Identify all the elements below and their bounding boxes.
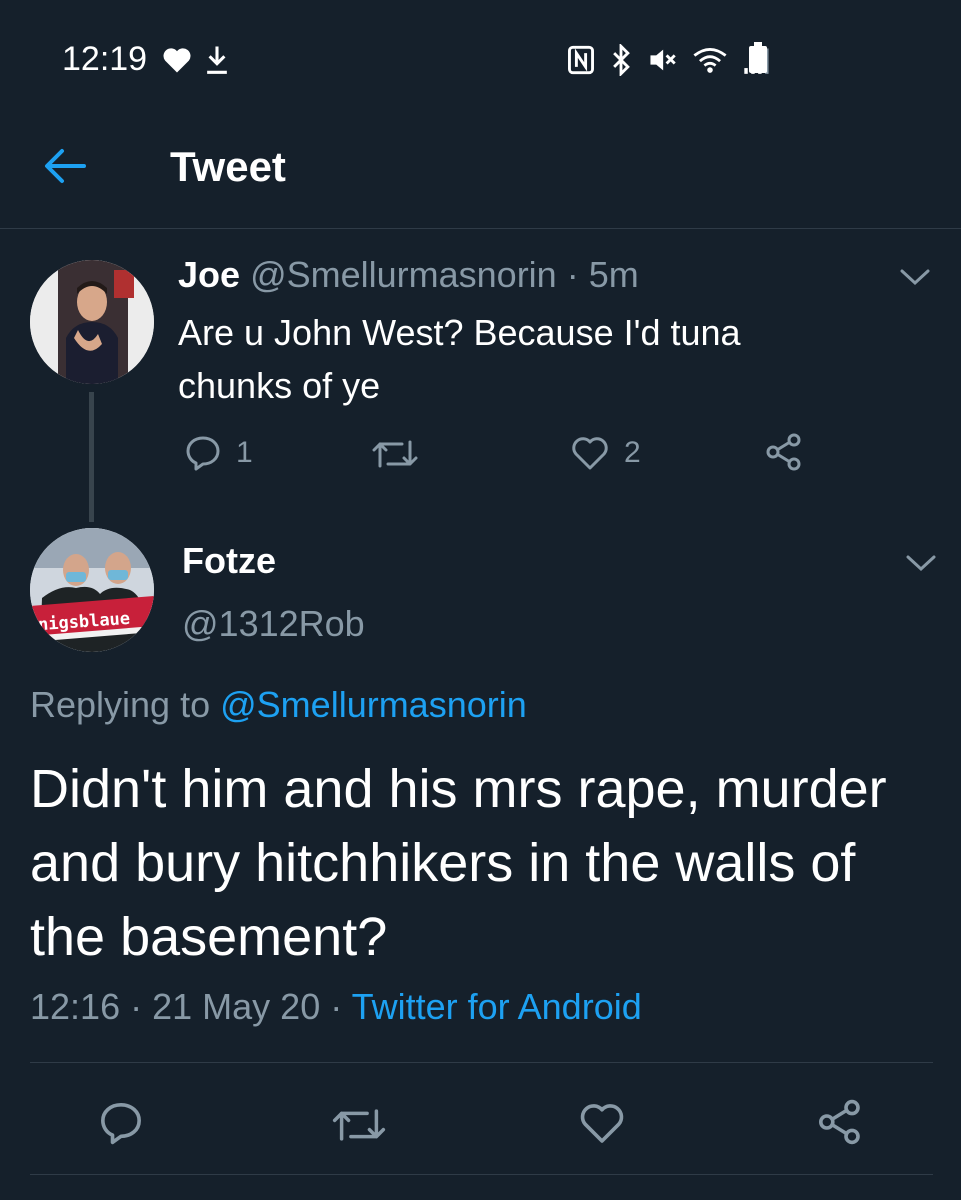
status-time: 12:19 bbox=[62, 40, 148, 78]
tweet2-meta: 12:16 · 21 May 20 · Twitter for Android bbox=[30, 986, 642, 1028]
tweet2-author-handle[interactable]: @1312Rob bbox=[182, 603, 365, 645]
tweet1-share-button[interactable] bbox=[764, 432, 804, 472]
tweet2-source-link[interactable]: Twitter for Android bbox=[352, 986, 642, 1027]
tweet1-like-button[interactable]: 2 bbox=[570, 434, 641, 472]
share-icon bbox=[819, 1099, 860, 1145]
tweet2-menu-button[interactable] bbox=[904, 552, 938, 574]
tweet2-time: 12:16 bbox=[30, 986, 121, 1027]
tweet1-separator: · bbox=[566, 254, 579, 295]
tweet2-separator-2: · bbox=[330, 986, 343, 1027]
arrow-left-icon bbox=[45, 149, 86, 183]
page-title: Tweet bbox=[170, 143, 286, 190]
app-bar bbox=[0, 100, 961, 229]
tweet1-text: Are u John West? Because I'd tuna chunks… bbox=[178, 312, 741, 406]
battery-icon bbox=[748, 42, 768, 74]
avatar-fotze[interactable]: nigsblaue bbox=[30, 528, 154, 652]
tweet2-separator: · bbox=[130, 986, 143, 1027]
replying-label: Replying to bbox=[30, 684, 211, 725]
tweet2-date: 21 May 20 bbox=[152, 986, 321, 1027]
tweet1-author-handle[interactable]: @Smellurmasnorin bbox=[250, 254, 557, 295]
thread-line bbox=[89, 392, 94, 522]
tweet1-author-name[interactable]: Joe bbox=[178, 254, 240, 295]
status-bar: 12:19 bbox=[0, 0, 961, 100]
tweet1-like-count: 2 bbox=[624, 436, 641, 469]
avatar-joe[interactable] bbox=[30, 260, 154, 384]
download-icon bbox=[204, 44, 230, 81]
tweet2-retweet-button[interactable] bbox=[330, 1104, 388, 1146]
heart-outline-icon bbox=[580, 1104, 624, 1143]
wifi-icon bbox=[691, 45, 729, 80]
heart-outline-icon bbox=[572, 437, 608, 470]
reply-icon bbox=[101, 1103, 141, 1145]
replying-to-link[interactable]: @Smellurmasnorin bbox=[220, 684, 527, 725]
tweet2-like-button[interactable] bbox=[578, 1100, 626, 1146]
replying-to: Replying to @Smellurmasnorin bbox=[30, 684, 527, 726]
tweet2-text: Didn't him and his mrs rape, murder and … bbox=[30, 759, 887, 967]
tweet1-time: 5m bbox=[588, 254, 639, 295]
retweet-icon bbox=[332, 1109, 386, 1141]
chevron-down-icon bbox=[906, 555, 936, 572]
tweet1-header: Joe @Smellurmasnorin · 5m bbox=[178, 254, 639, 296]
retweet-icon bbox=[372, 440, 418, 468]
nfc-icon bbox=[567, 45, 595, 80]
bluetooth-icon bbox=[609, 42, 633, 81]
back-button[interactable] bbox=[40, 138, 90, 194]
tweet2-author-name[interactable]: Fotze bbox=[182, 540, 276, 582]
tweet1-retweet-button[interactable] bbox=[370, 436, 420, 472]
tweet1-menu-button[interactable] bbox=[898, 266, 932, 288]
share-icon bbox=[766, 433, 801, 471]
mute-icon bbox=[647, 45, 677, 80]
divider-bottom bbox=[30, 1174, 933, 1175]
divider bbox=[30, 1062, 933, 1063]
tweet2-action-bar bbox=[0, 1090, 961, 1150]
chevron-down-icon bbox=[900, 269, 930, 286]
tweet2-share-button[interactable] bbox=[816, 1098, 864, 1146]
reply-icon bbox=[186, 436, 220, 471]
tweet1-reply-count: 1 bbox=[236, 436, 253, 469]
tweet1-reply-button[interactable]: 1 bbox=[184, 434, 253, 472]
heart-icon bbox=[162, 46, 192, 79]
tweet2-reply-button[interactable] bbox=[98, 1100, 144, 1146]
